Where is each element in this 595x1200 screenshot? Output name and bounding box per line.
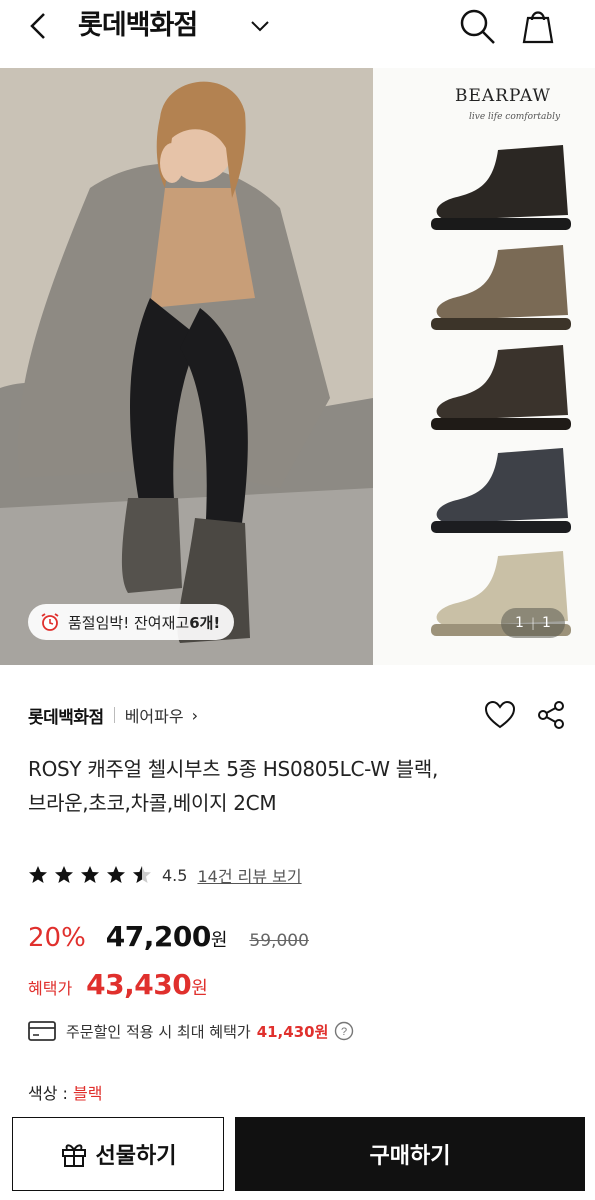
star-full-icon <box>29 866 47 883</box>
brand-logo: BEARPAW <box>455 86 551 106</box>
star-full-icon <box>55 866 73 883</box>
product-image-carousel[interactable]: BEARPAW live life comfortably 품절임박! 잔여재고… <box>0 68 595 665</box>
brand-link[interactable]: 베어파우 <box>125 703 184 727</box>
bottom-action-bar: 선물하기 구매하기 <box>0 1108 595 1200</box>
back-icon[interactable] <box>22 8 58 44</box>
image-page-indicator: 1 | 1 <box>501 608 565 638</box>
rating-row: 4.5 14건 리뷰 보기 <box>28 862 302 888</box>
boot-charcoal-image <box>431 448 571 533</box>
search-icon[interactable] <box>457 6 497 46</box>
original-price: 59,000 <box>249 931 309 951</box>
alarm-clock-icon <box>41 613 59 631</box>
color-option-value: 블랙 <box>73 1084 103 1103</box>
gift-button-label: 선물하기 <box>95 1144 177 1169</box>
heart-icon[interactable] <box>484 700 516 730</box>
buy-button[interactable]: 구매하기 <box>235 1117 585 1191</box>
card-icon <box>28 1021 56 1041</box>
svg-text:?: ? <box>341 1026 347 1038</box>
divider <box>113 707 115 723</box>
stock-alert-text: 품절임박! 잔여재고 <box>68 613 190 632</box>
price-unit: 원 <box>210 930 228 951</box>
boot-choco-image <box>431 345 571 430</box>
color-option-row: 색상 : 블랙 <box>28 1080 102 1104</box>
star-half-icon <box>133 866 151 883</box>
gift-button[interactable]: 선물하기 <box>12 1117 224 1191</box>
share-icon[interactable] <box>536 700 566 730</box>
price-row: 20% 47,200 원 59,000 <box>28 920 309 960</box>
gift-icon <box>61 1144 86 1167</box>
boot-brown-image <box>431 245 571 330</box>
star-full-icon <box>107 866 125 883</box>
shopping-bag-icon[interactable] <box>520 6 556 46</box>
review-link[interactable]: 14건 리뷰 보기 <box>197 863 301 887</box>
stock-count: 6개! <box>189 613 221 632</box>
brand-tagline: live life comfortably <box>469 112 561 122</box>
benefit-price-row: 혜택가 43,430 원 <box>28 968 208 1008</box>
coupon-amount: 41,430원 <box>256 1022 329 1041</box>
buy-button-label: 구매하기 <box>369 1144 451 1169</box>
rating-stars <box>28 865 158 885</box>
discount-rate: 20% <box>28 923 86 953</box>
coupon-row: 주문할인 적용 시 최대 혜택가 41,430원 ? <box>28 1018 354 1044</box>
help-icon[interactable]: ? <box>334 1021 354 1041</box>
star-full-icon <box>81 866 99 883</box>
page-total: 1 <box>542 615 551 631</box>
sale-price: 47,200 <box>105 920 212 953</box>
product-variants-panel: BEARPAW live life comfortably <box>373 68 595 665</box>
page-separator: | <box>530 616 536 630</box>
top-header: 롯데백화점 <box>0 0 595 68</box>
boot-black-image <box>431 145 571 230</box>
chevron-right-icon[interactable]: › <box>192 706 198 725</box>
page-title[interactable]: 롯데백화점 <box>78 6 198 46</box>
benefit-label: 혜택가 <box>28 979 73 998</box>
chevron-down-icon[interactable] <box>248 14 272 38</box>
stock-alert-badge: 품절임박! 잔여재고 6개! <box>28 604 235 640</box>
rating-value: 4.5 <box>162 865 188 885</box>
benefit-unit: 원 <box>191 978 208 999</box>
page-current: 1 <box>515 615 524 631</box>
model-photo <box>0 68 373 665</box>
color-option-label: 색상 : <box>28 1084 74 1103</box>
seller-name[interactable]: 롯데백화점 <box>28 703 104 728</box>
benefit-price: 43,430 <box>86 968 192 1001</box>
coupon-text: 주문할인 적용 시 최대 혜택가 <box>66 1022 251 1041</box>
product-name: ROSY 캐주얼 첼시부츠 5종 HS0805LC-W 블랙,브라운,초코,차콜… <box>28 757 439 815</box>
